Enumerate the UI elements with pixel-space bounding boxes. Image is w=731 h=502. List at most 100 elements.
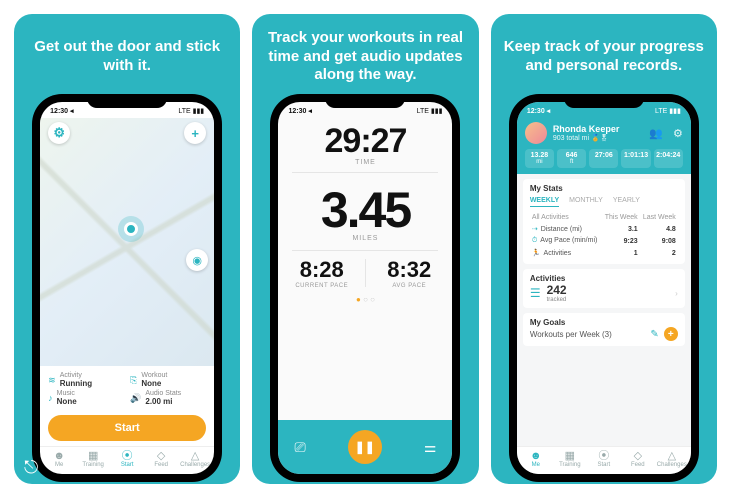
distance-metric: 3.45 MILES: [278, 179, 452, 244]
pause-button[interactable]: ❚❚: [348, 430, 382, 464]
feed-icon: ◇: [621, 451, 655, 462]
add-icon[interactable]: +: [184, 122, 206, 144]
status-carrier: LTE ▮▮▮: [417, 107, 443, 115]
notch: [87, 94, 167, 108]
feed-icon: ◇: [144, 451, 178, 462]
settings-slider-icon[interactable]: ⚌: [424, 439, 437, 456]
time-label: TIME: [278, 159, 452, 166]
mountain-icon: △: [178, 451, 212, 462]
chevron-right-icon: ›: [675, 289, 678, 298]
gear-icon[interactable]: ⚙: [673, 127, 683, 140]
music-field[interactable]: ♪MusicNone: [48, 390, 124, 406]
workout-value: None: [141, 379, 167, 388]
distance-icon: ⇢: [532, 226, 538, 233]
workout-field[interactable]: ⎘ WorkoutNone: [130, 372, 206, 388]
audio-cue-icon[interactable]: ◉: [186, 249, 208, 271]
promo-card-2: Track your workouts in real time and get…: [252, 14, 478, 484]
table-row: ⇢Distance (mi)3.14.8: [530, 223, 678, 235]
tab-yearly[interactable]: YEARLY: [613, 197, 640, 207]
tab-start[interactable]: ⦿Start: [110, 451, 144, 468]
caption-1: Get out the door and stick with it.: [26, 28, 228, 86]
badge[interactable]: 646ft: [557, 149, 586, 168]
friends-icon[interactable]: 👥: [649, 127, 663, 140]
table-row: 🏃Activities12: [530, 247, 678, 259]
stats-section: My Stats WEEKLY MONTHLY YEARLY All Activ…: [523, 179, 685, 264]
start-button[interactable]: Start: [48, 415, 206, 441]
tab-feed[interactable]: ◇Feed: [621, 451, 655, 468]
calendar-icon: ▦: [76, 451, 110, 462]
caption-3: Keep track of your progress and personal…: [503, 28, 705, 86]
tab-me[interactable]: ☻Me: [519, 451, 553, 468]
speaker-icon: 🔊: [130, 393, 141, 404]
tab-challenges[interactable]: △Challenges: [178, 451, 212, 468]
phone-frame-3: 12:30 ◂ LTE ▮▮▮ Rhonda Keeper 903 total …: [509, 94, 699, 482]
tab-weekly[interactable]: WEEKLY: [530, 197, 559, 207]
activities-header: Activities: [530, 274, 678, 283]
tab-training[interactable]: ▦Training: [76, 451, 110, 468]
map-pin-icon: ⎋: [24, 457, 38, 478]
page-dots[interactable]: ● ○ ○: [278, 295, 452, 304]
phone-frame-1: 12:30 ◂ LTE ▮▮▮ ⚙ + ◉ ≋ActivityRunning ⎘…: [32, 94, 222, 482]
list-icon: ☰: [530, 286, 541, 300]
music-icon: ♪: [48, 393, 53, 403]
tab-training[interactable]: ▦Training: [553, 451, 587, 468]
workout-label: Workout: [141, 372, 167, 379]
pace-row: 8:28CURRENT PACE 8:32AVG PACE: [278, 257, 452, 289]
tab-monthly[interactable]: MONTHLY: [569, 197, 603, 207]
map-view[interactable]: ◉: [40, 118, 214, 366]
promo-card-3: Keep track of your progress and personal…: [491, 14, 717, 484]
status-time: 12:30 ◂: [50, 107, 73, 115]
notch: [325, 94, 405, 108]
calendar-icon: ▦: [553, 451, 587, 462]
activities-count: 242: [547, 283, 567, 297]
table-row: ⏱Avg Pace (min/mi)9:239:08: [530, 235, 678, 247]
clipboard-icon: ⎘: [130, 375, 137, 386]
tab-start[interactable]: ⦿Start: [587, 451, 621, 468]
audio-stats-field[interactable]: 🔊Audio Stats2.00 mi: [130, 390, 206, 406]
run-icon: ≋: [48, 375, 56, 386]
pin-icon: ⦿: [110, 451, 144, 462]
time-metric: 29:27 TIME: [278, 118, 452, 166]
audio-label: Audio Stats: [145, 390, 181, 397]
add-goal-button[interactable]: +: [664, 327, 678, 341]
tab-feed[interactable]: ◇Feed: [144, 451, 178, 468]
camera-icon[interactable]: ⎚: [294, 439, 305, 456]
profile-name: Rhonda Keeper: [553, 124, 620, 134]
tab-me[interactable]: ☻Me: [42, 451, 76, 468]
status-time: 12:30 ◂: [288, 107, 311, 115]
badge[interactable]: 1:01:13: [621, 149, 650, 168]
workout-setup-panel: ≋ ActivityRunning ⎘ WorkoutNone ♪MusicNone…: [40, 366, 214, 410]
person-icon: ☻: [519, 451, 553, 462]
pace-icon: ⏱: [532, 237, 537, 244]
edit-icon[interactable]: ✎: [650, 329, 658, 340]
tab-challenges[interactable]: △Challenges: [655, 451, 689, 468]
promo-card-1: Get out the door and stick with it. 12:3…: [14, 14, 240, 484]
screen-1: 12:30 ◂ LTE ▮▮▮ ⚙ + ◉ ≋ActivityRunning ⎘…: [40, 102, 214, 474]
goals-header: My Goals: [530, 318, 678, 327]
goal-row[interactable]: Workouts per Week (3) ✎ +: [530, 327, 678, 341]
map-top-icons: ⚙ +: [48, 122, 206, 144]
location-dot: [124, 222, 138, 236]
activities-section[interactable]: Activities ☰ 242tracked ›: [523, 269, 685, 308]
badge[interactable]: 13.28mi: [525, 149, 554, 168]
person-icon: ☻: [42, 451, 76, 462]
distance-value: 3.45: [278, 181, 452, 239]
caption-2: Track your workouts in real time and get…: [264, 28, 466, 86]
stats-table: All ActivitiesThis WeekLast Week ⇢Distan…: [530, 212, 678, 259]
phone-frame-2: 12:30 ◂ LTE ▮▮▮ 29:27 TIME 3.45 MILES 8:…: [270, 94, 460, 482]
avatar[interactable]: [525, 122, 547, 144]
status-carrier: LTE ▮▮▮: [655, 107, 681, 115]
activity-label: Activity: [60, 372, 82, 379]
settings-icon[interactable]: ⚙: [48, 122, 70, 144]
activity-field[interactable]: ≋ ActivityRunning: [48, 372, 124, 388]
notch: [564, 94, 644, 108]
screen-3: 12:30 ◂ LTE ▮▮▮ Rhonda Keeper 903 total …: [517, 102, 691, 474]
status-time: 12:30 ◂: [527, 107, 550, 115]
current-pace: 8:28CURRENT PACE: [278, 257, 365, 289]
activity-value: Running: [60, 379, 92, 388]
badge[interactable]: 27:06: [589, 149, 618, 168]
screen-2: 12:30 ◂ LTE ▮▮▮ 29:27 TIME 3.45 MILES 8:…: [278, 102, 452, 474]
badge[interactable]: 2:04:24: [654, 149, 683, 168]
tab-bar: ☻Me ▦Training ⦿Start ◇Feed △Challenges: [40, 446, 214, 474]
pin-icon: ⦿: [587, 451, 621, 462]
